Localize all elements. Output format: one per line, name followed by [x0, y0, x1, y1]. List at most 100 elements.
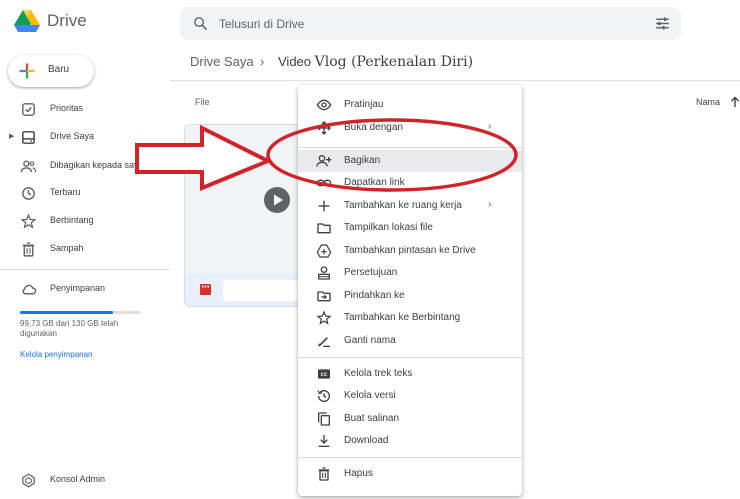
- menu-item-add-shortcut[interactable]: Tambahkan pintasan ke Drive: [298, 240, 522, 262]
- people-icon: [20, 160, 37, 173]
- new-button-label: Baru: [48, 64, 70, 75]
- drive-logo-icon[interactable]: [14, 9, 40, 33]
- arrow-up-icon[interactable]: [730, 96, 740, 108]
- storage-progress-fill: [20, 311, 113, 314]
- plus-icon: [318, 200, 330, 212]
- my-drive-icon: [22, 131, 35, 144]
- star-icon: [20, 213, 37, 229]
- sidebar-item-label: Sampah: [50, 243, 84, 253]
- expand-caret-icon[interactable]: ▶: [9, 132, 14, 140]
- sidebar-divider: [0, 269, 170, 270]
- star-icon: [316, 310, 332, 325]
- menu-item-label: Bagikan: [344, 155, 381, 166]
- context-menu: Pratinjau Buka dengan › Bagikan Dapatkan…: [298, 85, 522, 496]
- move-to-icon: [317, 291, 331, 302]
- search-icon[interactable]: [192, 15, 209, 32]
- menu-item-label: Tambahkan ke Berbintang: [344, 312, 461, 323]
- play-icon[interactable]: [263, 186, 291, 214]
- sidebar-item-admin-console[interactable]: Konsol Admin: [0, 470, 168, 492]
- menu-item-label: Ganti nama: [344, 335, 396, 346]
- menu-item-label: Tambahkan ke ruang kerja: [344, 200, 462, 211]
- file-card-footer[interactable]: [185, 273, 303, 306]
- copy-icon: [318, 412, 330, 426]
- breadcrumb-current-folder[interactable]: Video Vlog (Perkenalan Diri): [278, 54, 473, 70]
- sidebar-item-trash[interactable]: Sampah: [0, 239, 168, 261]
- menu-item-get-link[interactable]: Dapatkan link: [298, 172, 522, 194]
- menu-item-download[interactable]: Download: [298, 430, 522, 452]
- storage-progress-bar: [20, 311, 141, 314]
- sidebar-item-label: Berbintang: [50, 215, 94, 225]
- main-divider: [170, 80, 740, 81]
- manage-storage-link[interactable]: Kelola penyimpanan: [20, 350, 93, 359]
- sidebar-item-starred[interactable]: Berbintang: [0, 211, 168, 233]
- menu-item-label: Buat salinan: [344, 413, 400, 424]
- menu-item-label: Buka dengan: [344, 122, 403, 133]
- search-bar[interactable]: [180, 7, 681, 40]
- menu-item-label: Tambahkan pintasan ke Drive: [344, 245, 476, 256]
- file-column-header: File: [195, 97, 210, 107]
- new-button[interactable]: Baru: [8, 55, 94, 87]
- menu-item-manage-captions[interactable]: CC Kelola trek teks: [298, 363, 522, 385]
- menu-item-add-to-workspace[interactable]: Tambahkan ke ruang kerja ›: [298, 195, 522, 217]
- menu-item-rename[interactable]: Ganti nama: [298, 330, 522, 352]
- breadcrumb-separator: ›: [260, 54, 265, 69]
- menu-item-label: Kelola versi: [344, 390, 396, 401]
- menu-item-move-to[interactable]: Pindahkan ke: [298, 285, 522, 307]
- menu-item-label: Kelola trek teks: [344, 368, 413, 379]
- menu-item-manage-versions[interactable]: Kelola versi: [298, 385, 522, 407]
- menu-item-label: Dapatkan link: [344, 177, 405, 188]
- sidebar-item-priority[interactable]: Prioritas: [0, 99, 168, 121]
- sidebar-item-label: Drive Saya: [50, 131, 95, 141]
- folder-icon: [317, 223, 331, 234]
- menu-item-share[interactable]: Bagikan: [298, 150, 522, 172]
- menu-item-show-file-location[interactable]: Tampilkan lokasi file: [298, 217, 522, 239]
- search-options-icon[interactable]: [654, 15, 671, 32]
- trash-icon: [22, 242, 35, 257]
- menu-item-delete[interactable]: Hapus: [298, 463, 522, 485]
- redacted-file-name: [223, 280, 299, 301]
- menu-item-open-with[interactable]: Buka dengan ›: [298, 117, 522, 139]
- admin-console-icon: [22, 473, 35, 488]
- menu-item-label: Persetujuan: [344, 267, 398, 278]
- sidebar-item-label: Terbaru: [50, 187, 81, 197]
- storage-usage-text: 99,73 GB dari 130 GB telah digunakan: [20, 319, 119, 338]
- menu-item-approval[interactable]: Persetujuan: [298, 262, 522, 284]
- sidebar-item-shared[interactable]: Dibagikan kepada saya: [0, 156, 168, 178]
- menu-item-label: Pratinjau: [344, 99, 384, 110]
- menu-item-label: Download: [344, 435, 389, 446]
- sidebar-item-my-drive[interactable]: ▶ Drive Saya: [0, 127, 168, 149]
- eye-icon: [316, 99, 332, 111]
- menu-item-make-copy[interactable]: Buat salinan: [298, 408, 522, 430]
- plus-icon: [19, 63, 35, 79]
- menu-divider: [298, 147, 522, 148]
- name-sort-header[interactable]: Nama: [696, 97, 720, 107]
- trash-icon: [318, 467, 330, 481]
- sidebar-item-label: Prioritas: [50, 103, 84, 113]
- menu-item-add-to-starred[interactable]: Tambahkan ke Berbintang: [298, 307, 522, 329]
- sidebar-item-label: Penyimpanan: [50, 283, 106, 293]
- menu-divider: [298, 457, 522, 458]
- person-add-icon: [316, 155, 332, 167]
- clock-icon: [22, 187, 35, 200]
- sidebar-item-label: Dibagikan kepada saya: [50, 160, 144, 170]
- sidebar-item-recent[interactable]: Terbaru: [0, 183, 168, 205]
- link-icon: [316, 179, 332, 187]
- breadcrumb-current-suffix: Vlog (Perkenalan Diri): [314, 54, 474, 70]
- chevron-right-icon: ›: [488, 199, 492, 210]
- check-circle-icon: [22, 103, 35, 116]
- video-file-icon: [200, 284, 211, 295]
- breadcrumb-current-prefix: Video: [278, 54, 312, 69]
- breadcrumb-root[interactable]: Drive Saya: [190, 54, 254, 69]
- menu-item-preview[interactable]: Pratinjau: [298, 94, 522, 116]
- app-name[interactable]: Drive: [47, 11, 87, 31]
- closed-caption-icon: CC: [318, 369, 330, 379]
- rename-icon: [318, 337, 330, 347]
- download-icon: [318, 435, 330, 447]
- menu-item-label: Tampilkan lokasi file: [344, 222, 433, 233]
- menu-item-label: Hapus: [344, 468, 373, 479]
- add-shortcut-icon: [316, 244, 332, 258]
- open-with-icon: [317, 121, 331, 135]
- sidebar-item-storage[interactable]: Penyimpanan: [0, 279, 168, 301]
- file-card[interactable]: [184, 124, 304, 307]
- search-input[interactable]: [219, 13, 639, 34]
